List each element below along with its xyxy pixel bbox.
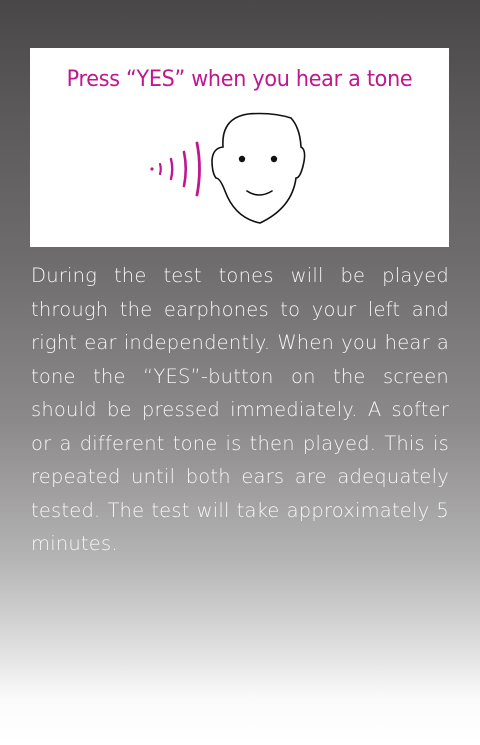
sound-waves-icon (150, 141, 201, 197)
instruction-card: Press “YES” when you hear a tone (30, 48, 449, 247)
face-icon (211, 112, 306, 224)
test-description: During the test tones will be played thr… (31, 264, 449, 555)
illustration (150, 112, 306, 224)
